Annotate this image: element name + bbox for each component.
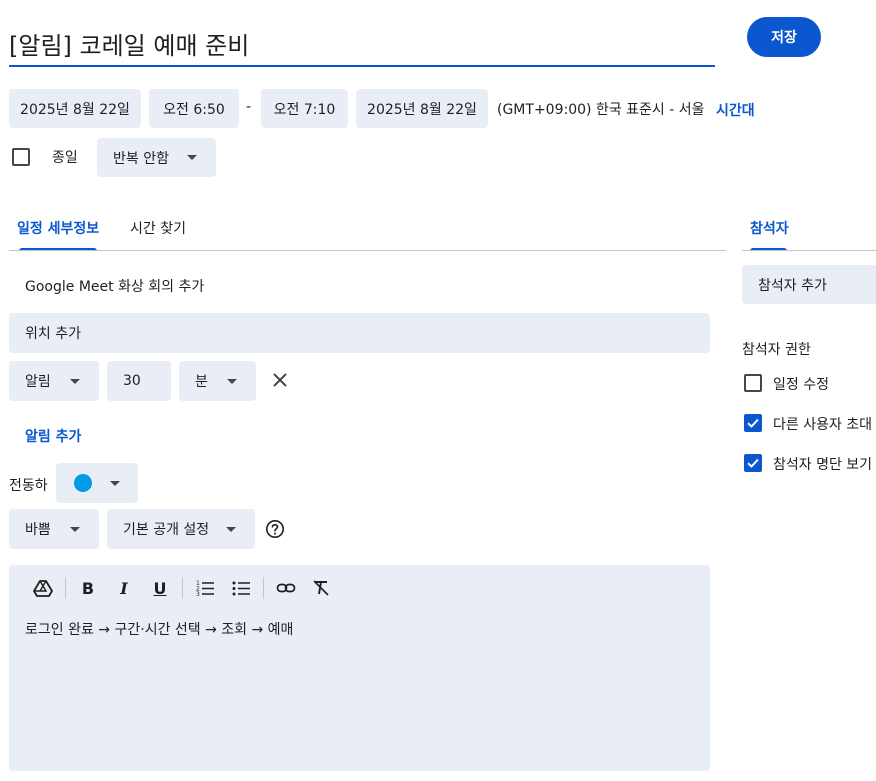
add-notification-link[interactable]: 알림 추가 xyxy=(25,426,81,446)
calendar-color-dropdown[interactable] xyxy=(56,463,138,503)
notification-value-input[interactable]: 30 xyxy=(107,361,171,401)
add-meet-label: Google Meet 화상 회의 추가 xyxy=(25,279,205,295)
bulleted-list-icon xyxy=(232,581,250,596)
chevron-down-icon xyxy=(110,481,120,486)
event-title-text: [알림] 코레일 예매 준비 xyxy=(9,32,250,60)
end-time-button[interactable]: 오전 7:10 xyxy=(261,89,348,128)
notification-type-dropdown[interactable]: 알림 xyxy=(9,361,99,401)
permission-modify-event-checkbox[interactable] xyxy=(744,374,762,392)
italic-button[interactable]: I xyxy=(110,574,138,602)
numbered-list-icon: 1 2 3 xyxy=(196,580,214,598)
description-text: 로그인 완료 → 구간·시간 선택 → 조회 → 예매 xyxy=(25,622,294,638)
location-input[interactable]: 위치 추가 xyxy=(9,313,710,353)
clear-formatting-icon xyxy=(313,580,329,596)
tab-event-details-label: 일정 세부정보 xyxy=(17,221,100,237)
calendar-owner: 전동하 xyxy=(9,478,48,494)
tabs-divider xyxy=(9,250,726,251)
guests-divider xyxy=(742,250,876,251)
repeat-dropdown[interactable]: 반복 안함 xyxy=(97,138,216,177)
notification-unit-label: 분 xyxy=(195,374,208,390)
time-separator: - xyxy=(246,99,252,115)
check-icon xyxy=(747,458,759,468)
toolbar-separator xyxy=(263,577,264,599)
color-dot-icon xyxy=(74,474,92,492)
visibility-help-button[interactable] xyxy=(265,519,285,539)
chevron-down-icon xyxy=(227,379,237,384)
clear-formatting-button[interactable] xyxy=(307,574,335,602)
tab-find-time[interactable]: 시간 찾기 xyxy=(118,208,198,251)
permission-modify-event-label: 일정 수정 xyxy=(773,377,829,393)
close-icon xyxy=(273,373,287,387)
location-placeholder: 위치 추가 xyxy=(25,326,81,342)
start-time-label: 오전 6:50 xyxy=(163,101,225,118)
repeat-label: 반복 안함 xyxy=(113,150,169,167)
bold-button[interactable]: B xyxy=(74,574,102,602)
start-date-label: 2025년 8월 22일 xyxy=(20,101,130,118)
permission-invite-others-label: 다른 사용자 초대 xyxy=(773,417,873,433)
all-day-checkbox[interactable] xyxy=(12,148,30,166)
remove-notification-button[interactable] xyxy=(268,368,292,392)
drive-icon xyxy=(33,580,53,597)
toolbar-separator xyxy=(182,577,183,599)
help-icon xyxy=(266,520,284,538)
busy-status-label: 바쁨 xyxy=(25,522,51,538)
underline-button[interactable]: U xyxy=(146,574,174,602)
save-button[interactable]: 저장 xyxy=(747,17,821,57)
numbered-list-button[interactable]: 1 2 3 xyxy=(191,574,219,602)
save-button-label: 저장 xyxy=(771,30,797,46)
end-time-label: 오전 7:10 xyxy=(273,101,336,118)
tab-find-time-label: 시간 찾기 xyxy=(130,221,186,237)
permission-invite-others-checkbox[interactable] xyxy=(744,414,762,432)
visibility-label: 기본 공개 설정 xyxy=(123,522,210,538)
notification-value: 30 xyxy=(123,373,141,389)
underline-icon: U xyxy=(153,578,167,598)
toolbar-separator xyxy=(65,577,66,599)
chevron-down-icon xyxy=(70,379,80,384)
link-icon xyxy=(276,583,296,593)
end-date-label: 2025년 8월 22일 xyxy=(367,101,477,118)
add-guests-input[interactable]: 참석자 추가 xyxy=(742,265,876,304)
start-date-button[interactable]: 2025년 8월 22일 xyxy=(9,89,141,128)
notification-type-label: 알림 xyxy=(25,374,51,390)
all-day-label: 종일 xyxy=(52,150,78,166)
busy-status-dropdown[interactable]: 바쁨 xyxy=(9,509,99,549)
check-icon xyxy=(747,418,759,428)
timezone-link[interactable]: 시간대 xyxy=(716,100,755,120)
italic-icon: I xyxy=(120,578,128,598)
svg-text:3: 3 xyxy=(196,591,200,598)
chevron-down-icon xyxy=(187,155,197,160)
event-title-input[interactable]: [알림] 코레일 예매 준비 xyxy=(9,20,715,67)
chevron-down-icon xyxy=(70,527,80,532)
insert-link-button[interactable] xyxy=(272,574,300,602)
start-time-button[interactable]: 오전 6:50 xyxy=(149,89,239,128)
permission-see-guest-list-checkbox[interactable] xyxy=(744,454,762,472)
bold-icon: B xyxy=(81,578,95,598)
visibility-dropdown[interactable]: 기본 공개 설정 xyxy=(107,509,255,549)
guest-permissions-title: 참석자 권한 xyxy=(742,342,811,358)
add-meet-button[interactable]: Google Meet 화상 회의 추가 xyxy=(9,268,309,302)
chevron-down-icon xyxy=(226,527,236,532)
tab-guests[interactable]: 참석자 xyxy=(742,208,876,251)
bulleted-list-button[interactable] xyxy=(227,574,255,602)
end-date-button[interactable]: 2025년 8월 22일 xyxy=(356,89,488,128)
timezone-text: (GMT+09:00) 한국 표준시 - 서울 xyxy=(497,102,705,118)
add-guests-placeholder: 참석자 추가 xyxy=(758,277,827,294)
tab-guests-label: 참석자 xyxy=(750,221,789,237)
permission-see-guest-list-label: 참석자 명단 보기 xyxy=(773,457,873,473)
drive-attachment-button[interactable] xyxy=(29,574,57,602)
tab-event-details[interactable]: 일정 세부정보 xyxy=(9,208,105,251)
notification-unit-dropdown[interactable]: 분 xyxy=(179,361,256,401)
